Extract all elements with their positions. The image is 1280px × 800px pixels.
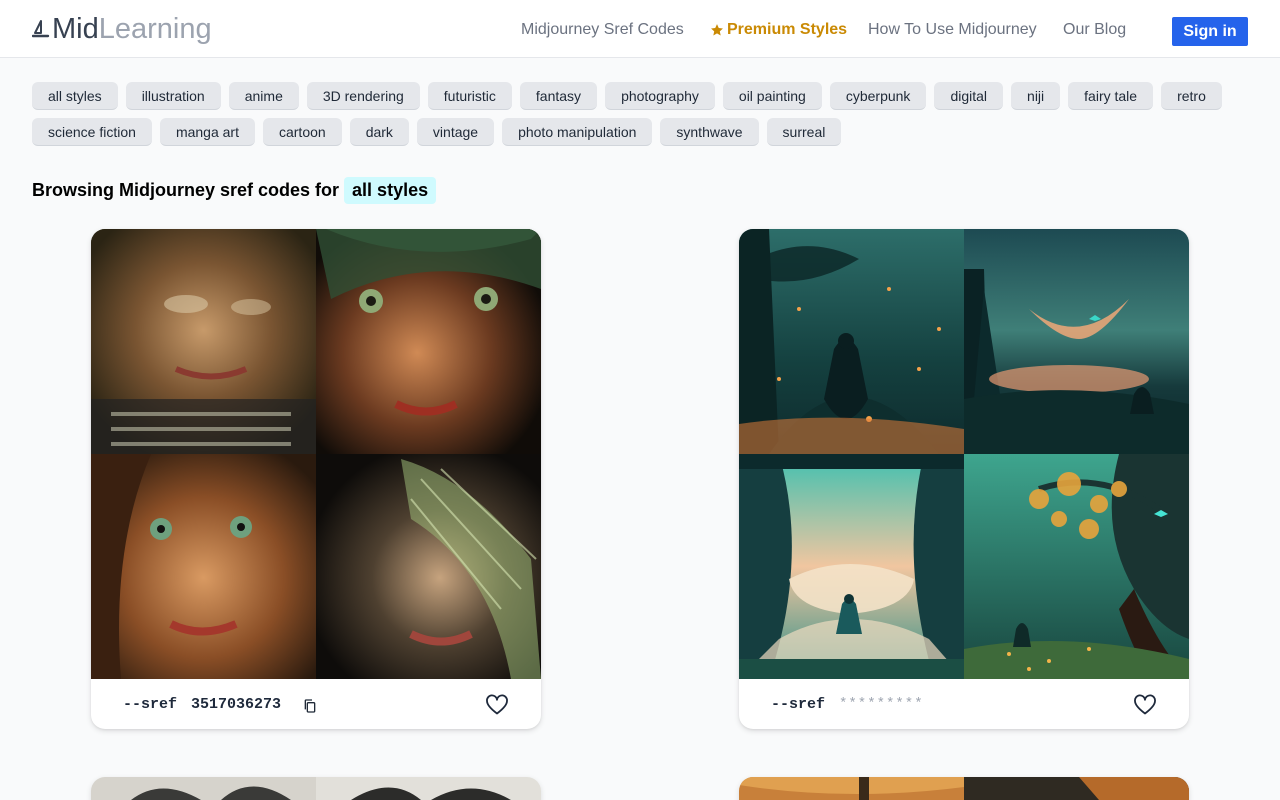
- style-tag-list: all styles illustration anime 3D renderi…: [32, 82, 1248, 146]
- sref-preview-image[interactable]: [91, 229, 541, 679]
- tag-digital[interactable]: digital: [934, 82, 1004, 110]
- logo-text-mid: Mid: [52, 12, 99, 45]
- tag-fantasy[interactable]: fantasy: [519, 82, 598, 110]
- sref-label: --sref: [771, 696, 826, 713]
- tag-vintage[interactable]: vintage: [416, 118, 495, 146]
- nav-sref-codes[interactable]: Midjourney Sref Codes: [521, 21, 684, 39]
- tag-all-styles[interactable]: all styles: [32, 82, 118, 110]
- tag-anime[interactable]: anime: [228, 82, 299, 110]
- tag-synthwave[interactable]: synthwave: [660, 118, 759, 146]
- tag-oil-painting[interactable]: oil painting: [722, 82, 822, 110]
- site-header: Mid Learning Midjourney Sref Codes Premiu…: [0, 0, 1280, 58]
- sref-preview-image[interactable]: [739, 229, 1189, 679]
- sref-card[interactable]: --sref *********: [739, 229, 1189, 729]
- sref-preview-image[interactable]: [91, 777, 541, 800]
- tag-retro[interactable]: retro: [1161, 82, 1222, 110]
- tag-photography[interactable]: photography: [605, 82, 715, 110]
- tag-cartoon[interactable]: cartoon: [262, 118, 342, 146]
- sref-card[interactable]: --sref 3517036273: [91, 229, 541, 729]
- logo-text-learning: Learning: [98, 12, 212, 45]
- tag-dark[interactable]: dark: [349, 118, 409, 146]
- tag-fairy-tale[interactable]: fairy tale: [1068, 82, 1154, 110]
- sref-card-footer: --sref *********: [739, 679, 1189, 729]
- star-icon: [711, 24, 723, 36]
- sref-card-partial[interactable]: [739, 777, 1189, 800]
- copy-icon[interactable]: [302, 697, 318, 715]
- nav-premium-label: Premium Styles: [727, 21, 848, 38]
- heart-icon[interactable]: [485, 693, 509, 717]
- browsing-prefix: Browsing Midjourney sref codes for: [32, 180, 340, 200]
- sref-preview-image[interactable]: [739, 777, 1189, 800]
- sref-code[interactable]: 3517036273: [191, 696, 281, 713]
- nav-premium-styles[interactable]: Premium Styles: [710, 21, 847, 39]
- tag-cyberpunk[interactable]: cyberpunk: [829, 82, 927, 110]
- heart-icon[interactable]: [1133, 693, 1157, 717]
- tag-illustration[interactable]: illustration: [125, 82, 221, 110]
- sref-label: --sref: [123, 696, 178, 713]
- site-logo[interactable]: Mid Learning: [32, 12, 212, 46]
- tag-futuristic[interactable]: futuristic: [427, 82, 512, 110]
- browsing-heading: Browsing Midjourney sref codes for all s…: [32, 176, 437, 205]
- nav-how-to-use[interactable]: How To Use Midjourney: [868, 21, 1037, 39]
- tag-photo-manipulation[interactable]: photo manipulation: [502, 118, 653, 146]
- active-style-badge: all styles: [344, 177, 437, 204]
- sref-code-masked: *********: [839, 696, 924, 712]
- nav-blog[interactable]: Our Blog: [1063, 21, 1126, 39]
- sref-card-footer: --sref 3517036273: [91, 679, 541, 729]
- tag-science-fiction[interactable]: science fiction: [32, 118, 152, 146]
- sref-card-partial[interactable]: [91, 777, 541, 800]
- tag-3d-rendering[interactable]: 3D rendering: [306, 82, 420, 110]
- tag-manga-art[interactable]: manga art: [159, 118, 255, 146]
- sailboat-logo-icon: [32, 18, 50, 40]
- tag-surreal[interactable]: surreal: [766, 118, 842, 146]
- sign-in-button[interactable]: Sign in: [1172, 17, 1248, 46]
- tag-niji[interactable]: niji: [1011, 82, 1061, 110]
